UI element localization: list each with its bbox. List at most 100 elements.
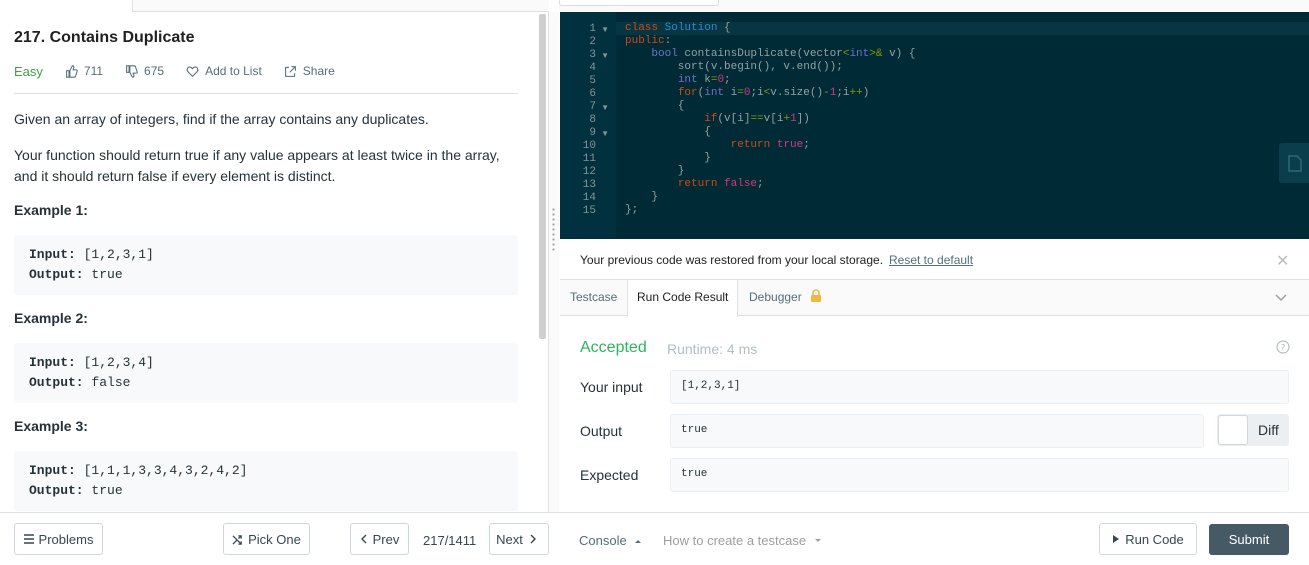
caret-up-icon — [635, 540, 642, 543]
diff-label: Diff — [1258, 422, 1279, 438]
shuffle-icon — [232, 534, 242, 545]
note-icon — [1288, 155, 1302, 172]
help-icon[interactable]: ? — [1276, 340, 1290, 354]
side-panel-toggle[interactable] — [1279, 143, 1309, 183]
run-result-panel: Accepted Runtime: 4 ms ? Your input [1,2… — [560, 316, 1309, 512]
example-block: Input: [1,1,1,3,3,4,3,2,4,2] Output: tru… — [14, 451, 518, 511]
line-number: 6 — [589, 88, 596, 100]
line-number: 13 — [582, 179, 596, 191]
example-heading: Example 3: — [14, 418, 88, 434]
caret-down-icon — [814, 539, 821, 542]
chevron-down-icon[interactable] — [1274, 290, 1288, 304]
share-button[interactable]: Share — [284, 64, 335, 78]
example-input: [1,1,1,3,3,4,3,2,4,2] — [75, 463, 248, 478]
thumbs-up-icon — [66, 64, 78, 78]
add-to-list-button[interactable]: Add to List — [186, 64, 262, 78]
run-code-button[interactable]: Run Code — [1099, 523, 1197, 555]
diff-switch[interactable] — [1218, 415, 1248, 445]
panel-splitter[interactable] — [549, 12, 559, 512]
line-number: 9 — [589, 127, 596, 139]
bottom-bar: Problems Pick One Prev 217/1411 Next Con… — [0, 512, 1309, 565]
line-number: 14 — [582, 192, 596, 204]
line-number: 10 — [582, 140, 596, 152]
reset-to-default-link[interactable]: Reset to default — [889, 253, 973, 267]
example-input: [1,2,3,4] — [75, 355, 154, 370]
thumbs-down-icon — [126, 64, 138, 78]
line-number: 5 — [589, 75, 596, 87]
lock-icon — [811, 289, 822, 302]
dislike-count: 675 — [144, 64, 165, 78]
next-button[interactable]: Next — [489, 523, 549, 555]
result-status: Accepted — [580, 339, 647, 356]
example-output: false — [83, 375, 131, 390]
console-tabs: Testcase Run Code Result Debugger — [560, 280, 1309, 317]
line-number: 4 — [589, 62, 596, 74]
fold-arrow-icon[interactable]: ▼ — [601, 51, 609, 60]
chevron-left-icon — [360, 534, 367, 544]
line-gutter: 1 2 3 4 5 6 7 8 9 10 11 12 13 14 15 ▼ ▼ … — [560, 12, 616, 239]
diff-toggle[interactable]: Diff — [1217, 414, 1289, 446]
leetcode-workspace: 217. Contains Duplicate Easy 711 675 Add… — [0, 0, 1309, 565]
pick-one-button[interactable]: Pick One — [223, 523, 310, 555]
example-block: Input: [1,2,3,4] Output: false — [14, 343, 518, 403]
close-icon[interactable]: ✕ — [1276, 251, 1289, 271]
line-number: 8 — [589, 114, 596, 126]
heart-icon — [186, 66, 199, 77]
editor-toolbar — [559, 0, 1309, 12]
line-number: 15 — [582, 205, 596, 217]
play-icon — [1113, 535, 1120, 543]
prev-button[interactable]: Prev — [350, 523, 409, 555]
code-text[interactable]: class Solution { public: bool containsDu… — [625, 22, 915, 217]
share-label: Share — [302, 64, 335, 78]
line-number: 3 — [589, 49, 596, 61]
tab-run-code-result[interactable]: Run Code Result — [627, 280, 739, 317]
output-label: Output — [580, 423, 623, 439]
line-number: 12 — [582, 166, 596, 178]
code-editor[interactable]: 1 2 3 4 5 6 7 8 9 10 11 12 13 14 15 ▼ ▼ … — [560, 12, 1309, 239]
prev-label: Prev — [372, 531, 400, 547]
example-heading: Example 2: — [14, 310, 88, 326]
your-input-label: Your input — [580, 379, 643, 395]
problem-panel: 217. Contains Duplicate Easy 711 675 Add… — [0, 12, 549, 512]
like-button[interactable]: 711 — [65, 64, 103, 78]
run-code-label: Run Code — [1125, 531, 1184, 547]
console-toggle[interactable]: Console — [579, 533, 642, 548]
pick-one-label: Pick One — [248, 531, 301, 547]
tab-debugger[interactable]: Debugger — [749, 280, 823, 316]
output-label: Output: — [29, 483, 84, 498]
left-tab-strip — [0, 0, 549, 12]
problem-meta: Easy 711 675 Add to List Share — [14, 62, 357, 80]
example-input: [1,2,3,1] — [75, 247, 154, 262]
description-paragraph: Given an array of integers, find if the … — [14, 111, 429, 127]
problem-title: 217. Contains Duplicate — [14, 29, 195, 46]
input-label: Input: — [29, 463, 76, 478]
description-tab[interactable] — [0, 0, 133, 12]
fold-arrow-icon[interactable]: ▼ — [601, 25, 609, 34]
restore-message: Your previous code was restored from you… — [580, 253, 884, 267]
share-icon — [284, 65, 296, 77]
tab-debugger-label: Debugger — [749, 290, 802, 304]
add-to-list-label: Add to List — [205, 64, 262, 78]
input-label: Input: — [29, 355, 76, 370]
fold-arrow-icon[interactable]: ▼ — [601, 103, 609, 112]
like-count: 711 — [83, 64, 104, 78]
problems-button[interactable]: Problems — [14, 523, 103, 555]
fold-arrow-icon[interactable]: ▼ — [601, 129, 609, 138]
dislike-button[interactable]: 675 — [125, 64, 164, 78]
language-select[interactable] — [559, 0, 719, 6]
tab-testcase[interactable]: Testcase — [570, 280, 617, 316]
expected-box: true — [670, 458, 1289, 492]
how-to-create-testcase-link[interactable]: How to create a testcase — [663, 533, 822, 548]
problems-label: Problems — [38, 531, 94, 547]
howto-label: How to create a testcase — [663, 533, 807, 548]
example-output: true — [83, 267, 123, 282]
description-paragraph: Your function should return true if any … — [14, 147, 500, 184]
line-number: 2 — [589, 36, 596, 48]
svg-text:?: ? — [1281, 344, 1286, 354]
line-number: 7 — [589, 101, 596, 113]
example-output: true — [83, 483, 123, 498]
submit-button[interactable]: Submit — [1209, 524, 1289, 555]
expected-label: Expected — [580, 467, 639, 483]
console-label: Console — [579, 533, 627, 548]
description-scrollbar[interactable] — [539, 14, 546, 339]
